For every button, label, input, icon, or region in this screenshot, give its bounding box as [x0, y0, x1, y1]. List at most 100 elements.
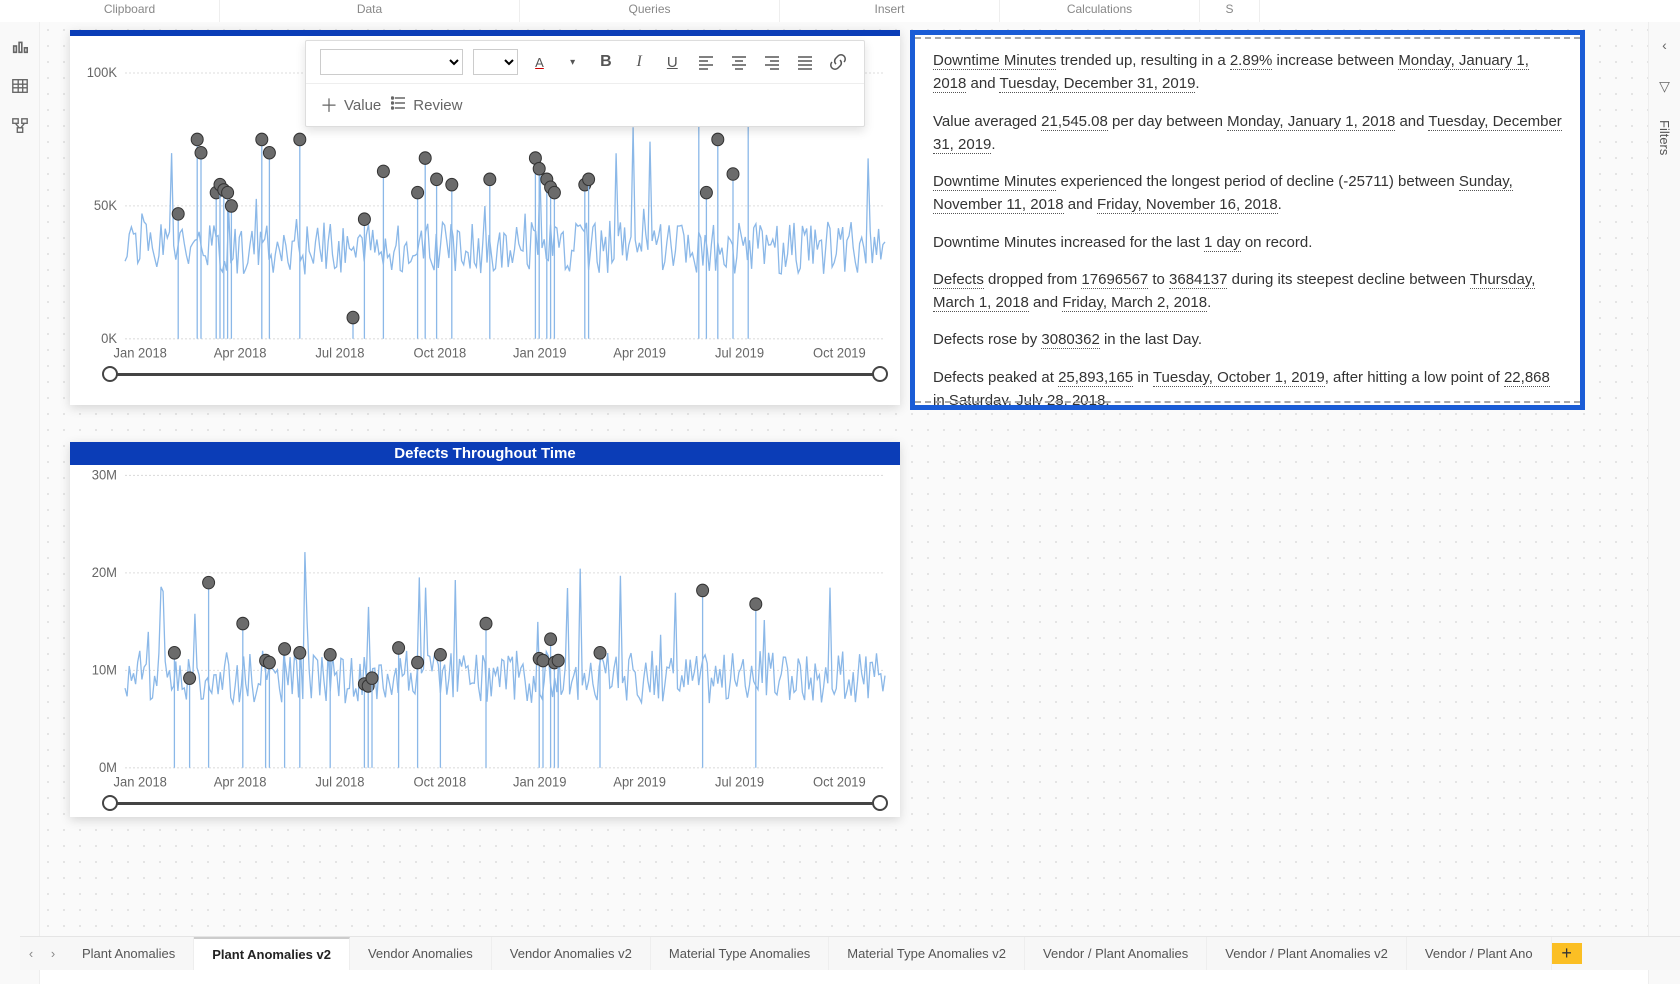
svg-text:Jul 2018: Jul 2018	[315, 345, 364, 360]
align-left-icon[interactable]	[694, 49, 717, 75]
insight-paragraph[interactable]: Defects rose by 3080362 in the last Day.	[933, 328, 1562, 351]
ribbon-group-label: S	[1200, 0, 1260, 22]
slider-handle-end[interactable]	[872, 366, 888, 382]
chart-title-bar: Defects Throughout Time	[70, 442, 900, 465]
insight-highlight: 22,868	[1504, 369, 1550, 387]
insight-paragraph[interactable]: Downtime Minutes experienced the longest…	[933, 170, 1562, 217]
slider-handle-start[interactable]	[102, 795, 118, 811]
tabs-next-icon[interactable]: ›	[42, 946, 64, 961]
svg-text:Apr 2019: Apr 2019	[613, 345, 666, 360]
chart-defects[interactable]: Defects Throughout Time 0M 10M 20M 30M Jan 2…	[70, 442, 900, 817]
justify-icon[interactable]	[794, 49, 817, 75]
svg-text:Oct 2018: Oct 2018	[414, 774, 467, 789]
smart-narrative-card[interactable]: Downtime Minutes trended up, resulting i…	[910, 30, 1585, 410]
add-value-button[interactable]: ＋ Value	[320, 92, 381, 118]
align-center-icon[interactable]	[727, 49, 750, 75]
svg-text:Apr 2019: Apr 2019	[613, 774, 666, 789]
page-tab[interactable]: Vendor / Plant Ano	[1407, 937, 1552, 970]
svg-text:Jan 2018: Jan 2018	[113, 774, 166, 789]
insight-highlight: 3684137	[1169, 271, 1227, 289]
insight-highlight: Friday, November 16, 2018	[1097, 196, 1278, 214]
tabs-prev-icon[interactable]: ‹	[20, 946, 42, 961]
filter-icon[interactable]: ▽	[1659, 78, 1670, 95]
insight-paragraph[interactable]: Value averaged 21,545.08 per day between…	[933, 110, 1562, 157]
page-tab[interactable]: Plant Anomalies v2	[194, 937, 350, 970]
chevron-left-icon[interactable]: ‹	[1662, 37, 1667, 53]
svg-text:10M: 10M	[92, 662, 117, 677]
font-family-select[interactable]	[320, 49, 463, 75]
insight-highlight: 17696567	[1081, 271, 1148, 289]
text-format-toolbar[interactable]: A ▾ B I U ＋ Value Review	[305, 40, 865, 127]
filters-pane-label[interactable]: Filters	[1657, 120, 1672, 155]
insight-highlight: 25,893,165	[1058, 369, 1133, 387]
insight-highlight: 3080362	[1041, 331, 1099, 349]
link-icon[interactable]	[827, 49, 850, 75]
left-view-rail	[0, 22, 40, 984]
ribbon-group-label: Insert	[780, 0, 1000, 22]
page-tab[interactable]: Vendor Anomalies	[350, 937, 492, 970]
insight-highlight: Tuesday, December 31, 2019	[999, 75, 1195, 93]
time-range-slider[interactable]	[110, 796, 880, 810]
time-range-slider[interactable]	[110, 367, 880, 381]
ribbon-group-label: Calculations	[1000, 0, 1200, 22]
page-tab[interactable]: Plant Anomalies	[64, 937, 194, 970]
insight-highlight: 21,545.08	[1041, 113, 1108, 131]
ribbon-group-label: Queries	[520, 0, 780, 22]
svg-text:30M: 30M	[92, 467, 117, 482]
svg-text:100K: 100K	[87, 65, 117, 80]
page-tab[interactable]: Vendor / Plant Anomalies v2	[1207, 937, 1407, 970]
table-icon[interactable]	[11, 77, 29, 95]
page-tab[interactable]: Material Type Anomalies	[651, 937, 829, 970]
page-tabs-bar: ‹ › Plant AnomaliesPlant Anomalies v2Ven…	[20, 936, 1680, 970]
insight-highlight: 2.89%	[1230, 52, 1273, 70]
add-value-label: Value	[344, 97, 381, 114]
slider-handle-end[interactable]	[872, 795, 888, 811]
add-page-button[interactable]: +	[1552, 943, 1582, 964]
insight-paragraph[interactable]: Defects peaked at 25,893,165 in Tuesday,…	[933, 366, 1562, 411]
svg-text:20M: 20M	[92, 565, 117, 580]
svg-text:0K: 0K	[101, 331, 117, 346]
insight-highlight: Saturday, July 28, 2018	[949, 392, 1106, 410]
svg-text:Jul 2019: Jul 2019	[715, 774, 764, 789]
model-icon[interactable]	[11, 117, 29, 135]
svg-text:Oct 2019: Oct 2019	[813, 345, 866, 360]
insight-paragraph[interactable]: Defects dropped from 17696567 to 3684137…	[933, 268, 1562, 315]
svg-text:Oct 2018: Oct 2018	[414, 345, 467, 360]
svg-text:Oct 2019: Oct 2019	[813, 774, 866, 789]
insight-highlight: Downtime Minutes	[933, 173, 1056, 191]
font-size-select[interactable]	[473, 49, 518, 75]
slider-handle-start[interactable]	[102, 366, 118, 382]
bar-chart-icon[interactable]	[11, 37, 29, 55]
page-tab[interactable]: Vendor / Plant Anomalies	[1025, 937, 1207, 970]
svg-text:Jan 2018: Jan 2018	[113, 345, 166, 360]
chevron-down-icon[interactable]: ▾	[561, 49, 584, 75]
page-tab[interactable]: Vendor Anomalies v2	[492, 937, 651, 970]
right-rail: ‹ ▽ Filters	[1648, 22, 1680, 984]
svg-text:Jan 2019: Jan 2019	[513, 774, 566, 789]
insight-highlight: Friday, March 2, 2018	[1062, 294, 1207, 312]
svg-text:Apr 2018: Apr 2018	[214, 345, 267, 360]
svg-text:0M: 0M	[99, 760, 117, 775]
insight-highlight: Tuesday, October 1, 2019	[1153, 369, 1325, 387]
underline-button[interactable]: U	[661, 49, 684, 75]
bold-button[interactable]: B	[594, 49, 617, 75]
page-tab[interactable]: Material Type Anomalies v2	[829, 937, 1025, 970]
insight-highlight: Monday, January 1, 2018	[1227, 113, 1395, 131]
svg-text:Jul 2019: Jul 2019	[715, 345, 764, 360]
insight-paragraph[interactable]: Downtime Minutes trended up, resulting i…	[933, 49, 1562, 96]
report-canvas[interactable]: 0K 50K 100K Jan 2018 Apr 2018 Jul 2018 Oct 201…	[40, 22, 1648, 936]
chart-plot-area[interactable]: 0M10M20M30MJan 2018Apr 2018Jul 2018Oct 2…	[70, 465, 900, 820]
svg-text:Jan 2019: Jan 2019	[513, 345, 566, 360]
insight-highlight: Defects	[933, 271, 984, 289]
italic-button[interactable]: I	[628, 49, 651, 75]
svg-text:Apr 2018: Apr 2018	[214, 774, 267, 789]
svg-text:50K: 50K	[94, 198, 117, 213]
insight-highlight: Downtime Minutes	[933, 52, 1056, 70]
list-icon	[391, 95, 407, 115]
review-button[interactable]: Review	[391, 95, 462, 115]
font-color-button[interactable]: A	[528, 49, 551, 75]
ribbon-group-label: Clipboard	[40, 0, 220, 22]
insight-paragraph[interactable]: Downtime Minutes increased for the last …	[933, 231, 1562, 254]
insight-highlight: Thursday, March 1, 2018	[933, 271, 1535, 312]
align-right-icon[interactable]	[760, 49, 783, 75]
